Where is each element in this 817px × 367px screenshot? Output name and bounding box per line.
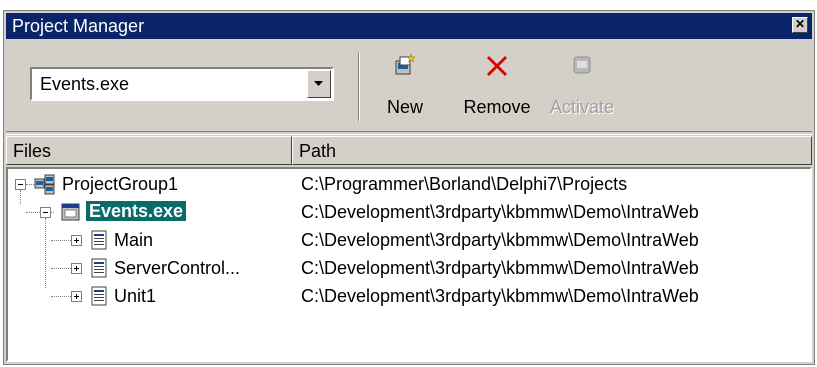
- unit-file-icon: [91, 258, 107, 278]
- tree-item-path: C:\Development\3rdparty\kbmmw\Demo\Intra…: [301, 258, 699, 278]
- tree-item-name: Main: [114, 230, 154, 250]
- files-column-header[interactable]: Files: [6, 136, 292, 165]
- close-icon: ✕: [794, 17, 806, 31]
- toolbar-divider: [6, 131, 812, 135]
- column-header: Files Path: [6, 136, 812, 165]
- tree-row-unit1[interactable]: Unit1 C:\Development\3rdparty\kbmmw\Demo…: [8, 283, 810, 311]
- new-button-label: New: [386, 97, 423, 117]
- application-icon: [61, 203, 80, 221]
- remove-button[interactable]: Remove: [454, 49, 540, 125]
- expand-toggle[interactable]: [71, 263, 82, 274]
- tree-item-path: C:\Programmer\Borland\Delphi7\Projects: [301, 174, 628, 194]
- toolbar-separator: [358, 53, 360, 121]
- tree-item-name: Events.exe: [86, 201, 187, 222]
- remove-x-icon: [487, 56, 507, 76]
- tree-item-path: C:\Development\3rdparty\kbmmw\Demo\Intra…: [301, 202, 699, 222]
- toolbar: Events.exe New Remove Activate: [6, 41, 812, 131]
- new-project-icon: [395, 53, 416, 75]
- collapse-toggle[interactable]: [15, 179, 26, 190]
- tree-item-name: Unit1: [114, 286, 157, 306]
- remove-button-label: Remove: [463, 97, 531, 117]
- collapse-toggle[interactable]: [40, 207, 51, 218]
- chevron-down-icon: [314, 81, 323, 86]
- tree-item-name: ServerControl...: [114, 258, 241, 278]
- path-column-header[interactable]: Path: [292, 136, 812, 165]
- tree-item-path: C:\Development\3rdparty\kbmmw\Demo\Intra…: [301, 286, 699, 306]
- tree-item-path: C:\Development\3rdparty\kbmmw\Demo\Intra…: [301, 230, 699, 250]
- tree-row-servercontrol[interactable]: ServerControl... C:\Development\3rdparty…: [8, 255, 810, 283]
- title-bar[interactable]: Project Manager ✕: [6, 13, 812, 39]
- close-button[interactable]: ✕: [792, 17, 808, 33]
- activate-button-label: Activate: [549, 97, 615, 117]
- expand-toggle[interactable]: [71, 291, 82, 302]
- activate-button[interactable]: Activate: [544, 49, 620, 125]
- path-column-label: Path: [299, 141, 337, 161]
- project-tree[interactable]: ProjectGroup1 C:\Programmer\Borland\Delp…: [6, 167, 812, 362]
- tree-row-events-exe[interactable]: Events.exe C:\Development\3rdparty\kbmmw…: [8, 199, 810, 227]
- files-column-label: Files: [13, 141, 52, 161]
- project-group-icon: [34, 174, 55, 195]
- expand-toggle[interactable]: [71, 235, 82, 246]
- new-button[interactable]: New: [380, 49, 430, 125]
- project-manager-window: Project Manager ✕ Events.exe New Remove: [3, 10, 815, 365]
- activate-icon: [573, 56, 591, 74]
- combo-dropdown-button[interactable]: [307, 70, 331, 98]
- tree-row-main[interactable]: Main C:\Development\3rdparty\kbmmw\Demo\…: [8, 227, 810, 255]
- selected-item-label: Events.exe: [86, 201, 187, 221]
- unit-file-icon: [91, 286, 107, 306]
- project-combo[interactable]: Events.exe: [30, 67, 334, 101]
- project-combo-value: Events.exe: [40, 74, 130, 94]
- window-title: Project Manager: [12, 16, 145, 36]
- unit-file-icon: [91, 230, 107, 250]
- tree-row-projectgroup1[interactable]: ProjectGroup1 C:\Programmer\Borland\Delp…: [8, 171, 810, 199]
- tree-item-name: ProjectGroup1: [62, 174, 179, 194]
